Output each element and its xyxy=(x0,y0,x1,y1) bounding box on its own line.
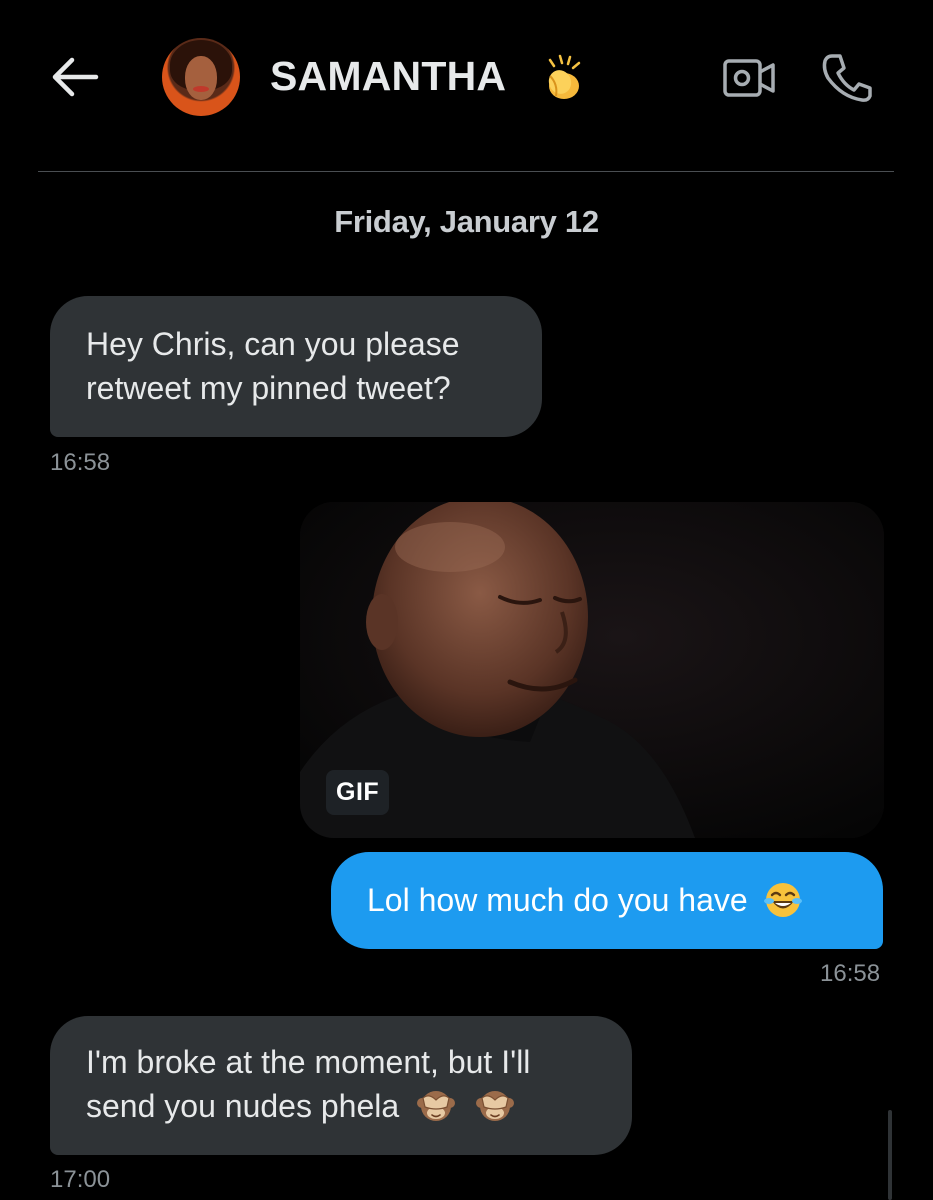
back-button[interactable] xyxy=(50,54,100,100)
header-divider xyxy=(38,171,894,172)
face-with-tears-of-joy-icon xyxy=(763,882,802,917)
message-line-with-emoji: send you nudes phela xyxy=(86,1084,596,1128)
arrow-left-icon xyxy=(52,57,99,97)
video-camera-icon xyxy=(723,59,775,97)
clapping-hands-icon xyxy=(548,54,581,99)
message-timestamp: 17:00 xyxy=(50,1166,111,1193)
message-line: Hey Chris, can you please xyxy=(86,326,460,362)
see-no-evil-monkey-icon xyxy=(417,1090,456,1121)
scrollbar[interactable] xyxy=(888,1110,892,1200)
message-bubble-incoming[interactable]: Hey Chris, can you please retweet my pin… xyxy=(50,296,542,437)
contact-name[interactable]: SAMANTHA xyxy=(270,53,506,100)
date-separator: Friday, January 12 xyxy=(334,204,599,239)
message-line: I'm broke at the moment, but I'll xyxy=(86,1044,531,1080)
avatar[interactable] xyxy=(162,38,240,116)
gif-badge: GIF xyxy=(326,770,390,815)
phone-icon xyxy=(822,54,872,102)
message-text: Lol how much do you have xyxy=(367,882,748,918)
see-no-evil-monkey-icon xyxy=(475,1090,514,1121)
voice-call-button[interactable] xyxy=(820,52,874,104)
chat-header: SAMANTHA xyxy=(0,0,933,172)
message-line: send you nudes phela xyxy=(86,1088,400,1124)
gif-message[interactable]: GIF xyxy=(300,502,884,838)
message-line: retweet my pinned tweet? xyxy=(86,370,451,406)
video-call-button[interactable] xyxy=(722,56,776,100)
message-bubble-incoming[interactable]: I'm broke at the moment, but I'll send y… xyxy=(50,1016,632,1155)
message-bubble-outgoing[interactable]: Lol how much do you have xyxy=(331,852,883,949)
message-timestamp: 16:58 xyxy=(820,960,881,987)
message-timestamp: 16:58 xyxy=(50,449,111,476)
